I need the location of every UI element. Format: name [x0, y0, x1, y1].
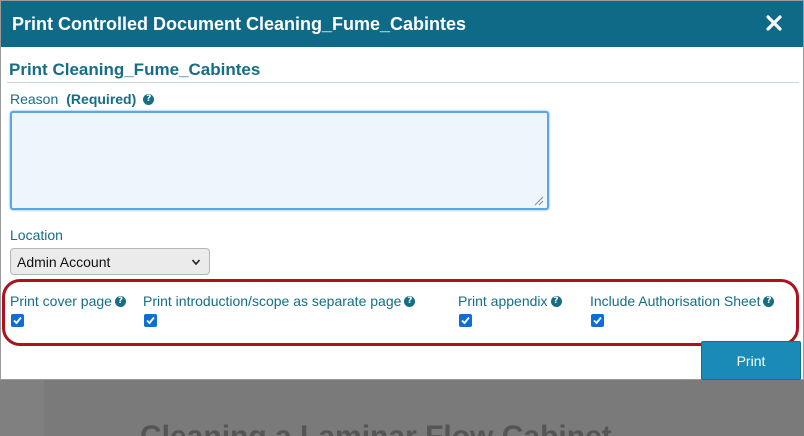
question-circle-icon[interactable]: ? — [763, 295, 775, 307]
option-introduction-scope: Print introduction/scope as separate pag… — [143, 293, 416, 309]
required-label: (Required) — [66, 91, 137, 107]
question-circle-icon[interactable]: ? — [114, 295, 126, 307]
option-label: Print appendix — [458, 293, 548, 309]
reason-textarea[interactable] — [10, 111, 549, 210]
section-title: Print Cleaning_Fume_Cabintes — [9, 60, 261, 79]
cover-page-checkbox[interactable] — [11, 314, 24, 327]
annotation-highlight — [2, 279, 799, 346]
question-circle-icon[interactable]: ? — [404, 295, 416, 307]
chevron-down-icon — [191, 259, 201, 266]
print-dialog: Print Controlled Document Cleaning_Fume_… — [0, 0, 804, 380]
introduction-scope-checkbox[interactable] — [144, 314, 157, 327]
reason-label-row: Reason (Required) ? — [10, 91, 155, 107]
question-circle-icon[interactable]: ? — [550, 295, 562, 307]
option-appendix: Print appendix ? — [458, 293, 562, 309]
close-icon[interactable] — [763, 12, 785, 34]
background-heading: Cleaning a Laminar Flow Cabinet — [140, 420, 612, 436]
appendix-checkbox[interactable] — [459, 314, 472, 327]
section-divider — [7, 82, 799, 83]
option-label: Print introduction/scope as separate pag… — [143, 293, 402, 309]
question-circle-icon[interactable]: ? — [143, 93, 155, 105]
dialog-title: Print Controlled Document Cleaning_Fume_… — [12, 14, 467, 34]
option-label: Include Authorisation Sheet — [590, 293, 761, 309]
resize-grip-icon[interactable] — [532, 194, 544, 206]
location-label: Location — [10, 227, 63, 243]
option-authorisation-sheet: Include Authorisation Sheet ? — [590, 293, 775, 309]
location-select[interactable]: Admin Account — [10, 248, 210, 275]
option-cover-page: Print cover page ? — [10, 293, 126, 309]
location-selected-value: Admin Account — [17, 253, 111, 270]
reason-label: Reason — [10, 91, 59, 107]
authorisation-sheet-checkbox[interactable] — [591, 314, 604, 327]
background-page: Cleaning a Laminar Flow Cabinet — [44, 380, 804, 436]
print-button[interactable]: Print — [701, 341, 801, 380]
option-label: Print cover page — [10, 293, 112, 309]
dialog-header: Print Controlled Document Cleaning_Fume_… — [1, 1, 803, 47]
